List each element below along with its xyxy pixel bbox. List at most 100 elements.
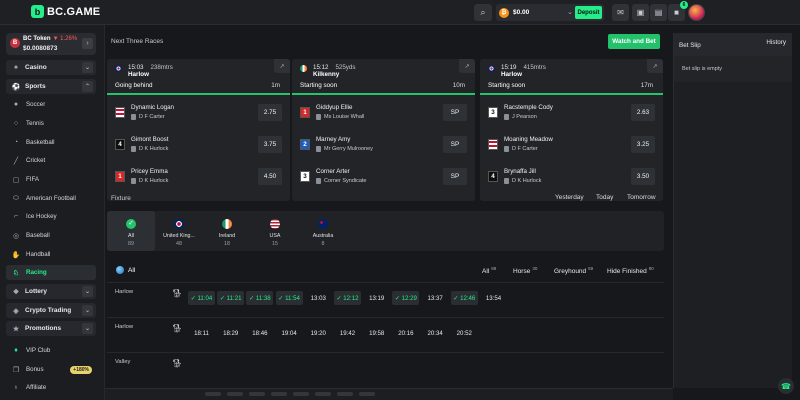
type-filter-hide-finished[interactable]: Hide Finished 80: [607, 266, 654, 275]
race-slot[interactable]: 20:52: [451, 326, 478, 340]
sidebar-group-promotions[interactable]: ★ Promotions ⌄: [6, 321, 96, 336]
race-slot[interactable]: 13:54: [480, 291, 507, 305]
race-slot[interactable]: 13:37: [422, 291, 449, 305]
tab-today[interactable]: Today: [596, 194, 613, 201]
tab-yesterday[interactable]: Yesterday: [555, 194, 584, 201]
search-button[interactable]: ⌕: [474, 4, 492, 21]
race-slot[interactable]: ✓ 11:21: [217, 291, 245, 305]
notifications-button[interactable]: ■ 6: [668, 1, 688, 21]
tab-tomorrow[interactable]: Tomorrow: [627, 194, 656, 201]
chat-button[interactable]: ▤: [650, 4, 667, 21]
race-slot[interactable]: 18:46: [246, 326, 273, 340]
sidebar-item-tennis[interactable]: ○ Tennis: [6, 116, 96, 131]
watch-and-bet-button[interactable]: Watch and Bet: [608, 34, 660, 49]
bet-history-tab[interactable]: History: [766, 39, 786, 46]
region-tab[interactable]: Ireland 18: [203, 211, 251, 251]
avatar[interactable]: [688, 4, 705, 21]
sidebar-item-affiliate[interactable]: ♁ Affiliate: [6, 380, 96, 395]
sidebar-group-crypto-trading[interactable]: ◈ Crypto Trading ⌄: [6, 303, 96, 318]
race-card[interactable]: 15:12 525yds Kilkenny ↗ Starting soon 10m…: [292, 59, 475, 201]
runner-number: 1: [115, 171, 125, 182]
region-count: 15: [272, 241, 278, 247]
odds-button[interactable]: 3.75: [258, 136, 282, 153]
race-slot[interactable]: ✓ 12:46: [450, 291, 478, 305]
wallet-selector[interactable]: ₿ $0.00 ⌄ Deposit: [496, 4, 604, 21]
odds-button[interactable]: 3.25: [631, 136, 655, 153]
sidebar-group-casino[interactable]: ♠ Casino ⌄: [6, 60, 96, 75]
expand-icon[interactable]: ↗: [274, 59, 290, 73]
race-slot[interactable]: 18:29: [217, 326, 244, 340]
support-button[interactable]: ☎: [778, 378, 794, 394]
mail-button[interactable]: ✉: [612, 4, 629, 21]
race-slot[interactable]: 19:20: [305, 326, 332, 340]
sidebar-item-soccer[interactable]: ● Soccer: [6, 97, 96, 112]
odds-button[interactable]: 4.50: [258, 168, 282, 185]
sidebar-item-cricket[interactable]: ╱ Cricket: [6, 153, 96, 168]
sidebar-item-bonus[interactable]: ❐ Bonus +180%: [6, 362, 96, 377]
race-slot[interactable]: ✓ 11:54: [275, 291, 303, 305]
race-slot[interactable]: ✓ 11:38: [246, 291, 274, 305]
race-slot[interactable]: 20:34: [422, 326, 449, 340]
logo-mark-icon: b: [31, 5, 44, 18]
race-card[interactable]: 15:03 238mtrs Harlow ↗ Going behind 1m Dy…: [107, 59, 290, 201]
runner-name: Corner Arter: [316, 168, 350, 175]
type-filter-horse[interactable]: Horse 30: [513, 266, 537, 275]
expand-icon[interactable]: ↗: [459, 59, 475, 73]
odds-button[interactable]: SP: [443, 136, 467, 153]
race-card[interactable]: 15:19 415mtrs Harlow ↗ Starting soon 17m …: [480, 59, 663, 201]
race-slot[interactable]: 13:19: [363, 291, 390, 305]
sidebar-item-american-football[interactable]: ⬭ American Football: [6, 191, 96, 206]
odds-button[interactable]: SP: [443, 168, 467, 185]
chevron-right-icon[interactable]: ›: [82, 38, 93, 49]
fixture-title: Fixture: [111, 195, 131, 202]
bc-token-card[interactable]: B BC Token ▼ 1.26% $0.0080873 ›: [6, 33, 96, 55]
race-slot[interactable]: 20:16: [392, 326, 419, 340]
expand-icon[interactable]: ↗: [647, 59, 663, 73]
sidebar-item-racing[interactable]: ♘ Racing: [6, 265, 96, 280]
race-slot[interactable]: 18:11: [188, 326, 215, 340]
jockey-icon: [504, 114, 509, 120]
race-slot[interactable]: ✓ 12:12: [334, 291, 361, 305]
sidebar-group-lottery[interactable]: ❖ Lottery ⌄: [6, 284, 96, 299]
filter-all[interactable]: All: [116, 266, 135, 274]
race-slot[interactable]: ✓ 12:29: [392, 291, 420, 305]
bet-slip-empty: Bet slip is empty: [674, 56, 792, 82]
bell-icon: ■: [674, 8, 679, 17]
bet-slip-title[interactable]: Bet Slip: [679, 42, 701, 49]
bottom-bar: [105, 388, 673, 400]
sidebar-item-fifa[interactable]: ▢ FIFA: [6, 172, 96, 187]
token-name: BC Token: [23, 36, 51, 42]
globe-icon: [116, 266, 124, 274]
type-filter-greyhound[interactable]: Greyhound 59: [554, 266, 593, 275]
race-slot[interactable]: 19:58: [363, 326, 390, 340]
flag-icon: ✓: [126, 219, 136, 229]
region-tab[interactable]: Australia 8: [299, 211, 347, 251]
sidebar-group-sports[interactable]: ⚽ Sports ⌃: [6, 79, 96, 94]
deposit-button[interactable]: Deposit: [575, 6, 602, 19]
runner-row: Dynamic Logan D F Carter 2.75: [107, 97, 290, 129]
odds-button[interactable]: 2.63: [631, 104, 655, 121]
race-slot[interactable]: 19:04: [276, 326, 303, 340]
sidebar-item-ice-hockey[interactable]: ⌐ Ice Hockey: [6, 209, 96, 224]
odds-button[interactable]: 3.50: [631, 168, 655, 185]
bet-slip: Bet Slip History Bet slip is empty: [673, 33, 792, 388]
sidebar-item-vip-club[interactable]: ♦ VIP Club: [6, 343, 96, 358]
region-tab[interactable]: USA 15: [251, 211, 299, 251]
bitcoin-icon: ₿: [499, 7, 509, 18]
race-slot[interactable]: ✓ 11:04: [188, 291, 215, 305]
odds-button[interactable]: 2.75: [258, 104, 282, 121]
runner-row: 1 Giddyup Ellie Ms Louise Whall SP: [292, 97, 475, 129]
wallet-button[interactable]: ▣: [632, 4, 649, 21]
sidebar-item-handball[interactable]: ✋ Handball: [6, 247, 96, 262]
sidebar-item-baseball[interactable]: ◎ Baseball: [6, 228, 96, 243]
type-filter-all[interactable]: All 89: [482, 266, 496, 275]
sidebar-item-basketball[interactable]: ◔ Basketball: [6, 135, 96, 150]
race-slot[interactable]: 19:42: [334, 326, 361, 340]
racing-icon: ♘: [12, 269, 20, 277]
region-tab[interactable]: United King... 48: [155, 211, 203, 251]
crypto-trading-icon: ◈: [13, 307, 19, 315]
race-slot[interactable]: 13:03: [305, 291, 332, 305]
logo[interactable]: b BC.GAME: [31, 5, 100, 18]
odds-button[interactable]: SP: [443, 104, 467, 121]
region-tab[interactable]: ✓ All 89: [107, 211, 155, 251]
